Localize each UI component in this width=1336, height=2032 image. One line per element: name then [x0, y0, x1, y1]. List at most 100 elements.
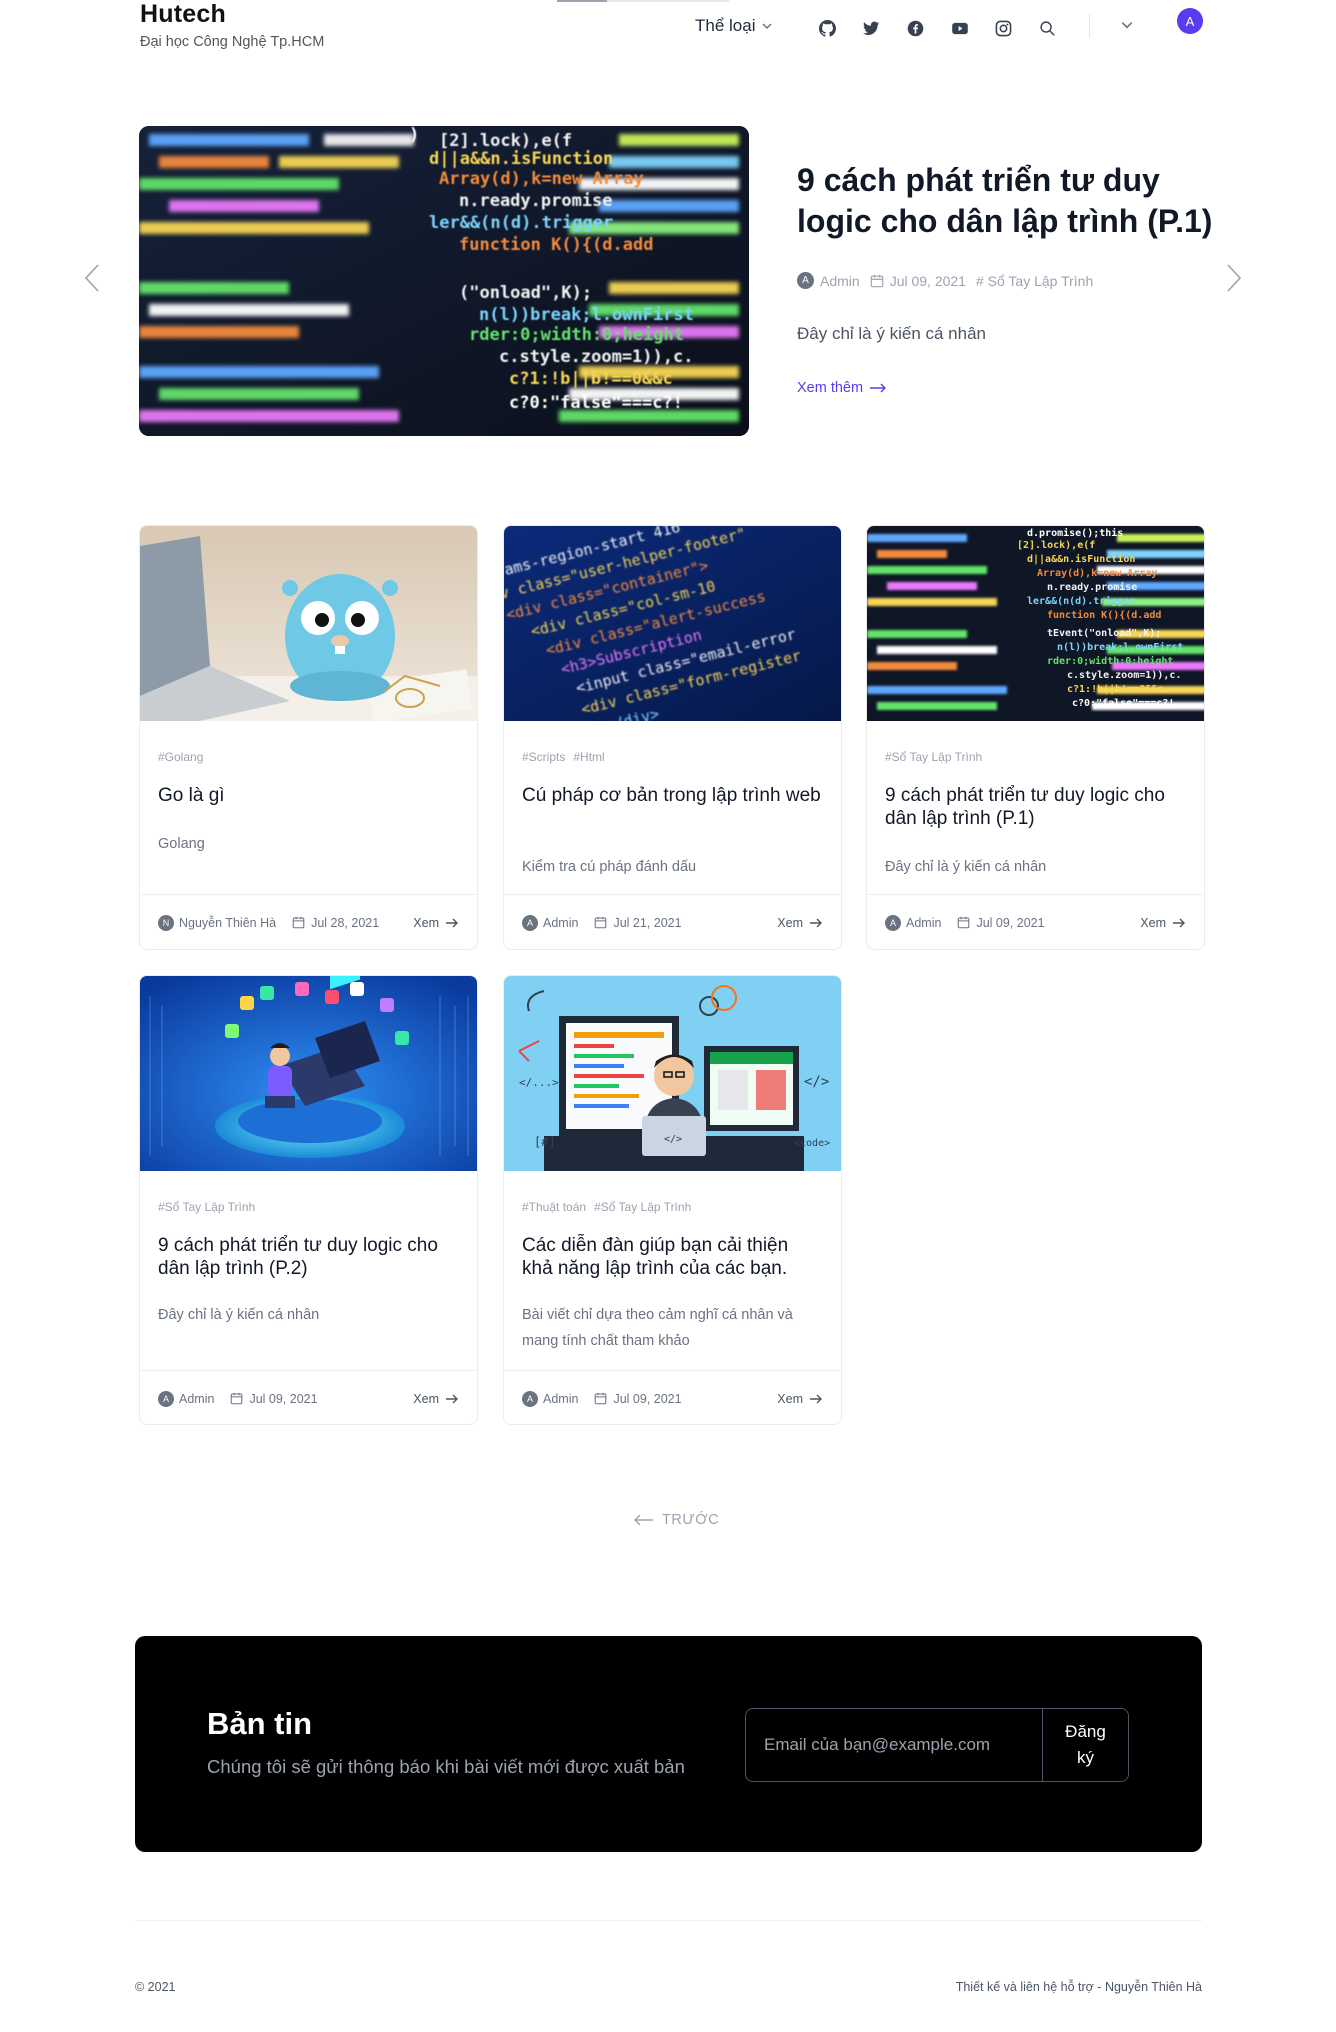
hero-title[interactable]: 9 cách phát triển tư duy logic cho dân l… [797, 160, 1227, 242]
svg-text:n(l))break;l.ownFirst: n(l))break;l.ownFirst [1057, 641, 1183, 653]
email-input[interactable] [746, 1709, 1042, 1781]
arrow-right-icon [446, 1394, 458, 1403]
card-tag[interactable]: #Sổ Tay Lập Trình [158, 1200, 255, 1214]
calendar-icon [870, 274, 883, 287]
card-footer: A Admin Jul 21, 2021 Xem [504, 894, 841, 949]
card-author-name: Admin [543, 915, 579, 930]
card-title[interactable]: Các diễn đàn giúp bạn cải thiện khả năng… [522, 1234, 822, 1280]
hero-read-more-link[interactable]: Xem thêm [797, 380, 887, 396]
footer-credit[interactable]: Thiết kế và liên hệ hỗ trợ - Nguyễn Thiê… [956, 1980, 1202, 1994]
hero-author[interactable]: A Admin [797, 272, 860, 289]
brand-title[interactable]: Hutech [140, 0, 226, 29]
card-title[interactable]: Cú pháp cơ bản trong lập trình web [522, 784, 822, 807]
golang-gopher-laptop-image [140, 526, 477, 721]
svg-text:rder:0;width:0;height: rder:0;width:0;height [1047, 655, 1173, 667]
theme-toggle-dropdown[interactable] [1120, 18, 1134, 37]
card-title[interactable]: 9 cách phát triển tư duy logic cho dân l… [885, 784, 1185, 830]
hero-date: Jul 09, 2021 [870, 273, 966, 289]
instagram-icon[interactable] [995, 15, 1039, 41]
card-image[interactable] [140, 976, 477, 1171]
card-read-label: Xem [777, 915, 803, 930]
card-read-link[interactable]: Xem [413, 1392, 459, 1406]
card-description: Đây chỉ là ý kiến cá nhân [885, 859, 1047, 875]
card-date-text: Jul 21, 2021 [613, 915, 682, 930]
code-screen-image: ) [2].lock),e(f d||a&&n.isFunction Array… [139, 126, 749, 436]
chevron-left-icon [84, 264, 99, 292]
card-tag[interactable]: #Scripts [522, 750, 565, 764]
card-read-link[interactable]: Xem [413, 916, 459, 930]
card-read-link[interactable]: Xem [777, 916, 823, 930]
card-tag[interactable]: #Golang [158, 750, 203, 764]
card-date: Jul 09, 2021 [957, 915, 1045, 930]
carousel-next-arrow[interactable] [1226, 263, 1242, 298]
github-icon[interactable] [819, 15, 863, 41]
calendar-icon [958, 916, 970, 929]
post-card[interactable]: #Golang Go là gì Golang N Nguyễn Thiên H… [139, 525, 478, 950]
svg-text:function K(){(d.add: function K(){(d.add [459, 235, 653, 255]
svg-text:<code>: <code> [794, 1138, 830, 1149]
card-date-text: Jul 09, 2021 [613, 1391, 682, 1406]
loading-bar [557, 0, 729, 2]
card-image[interactable]: d.promise();this [2].lock),e(f d||a&&n.i… [867, 526, 1204, 721]
svg-text:c.style.zoom=1)),c.: c.style.zoom=1)),c. [499, 347, 693, 367]
card-read-label: Xem [413, 915, 439, 930]
html-code-screen-image: -ams-region-start 416 iv class="user-hel… [504, 526, 841, 721]
card-author[interactable]: A Admin [885, 914, 941, 931]
card-read-link[interactable]: Xem [1140, 916, 1186, 930]
post-card[interactable]: d.promise();this [2].lock),e(f d||a&&n.i… [866, 525, 1205, 950]
chevron-down-icon [762, 23, 773, 30]
carousel-prev-arrow[interactable] [84, 263, 100, 298]
search-icon[interactable] [1039, 15, 1083, 41]
arrow-right-icon [810, 1394, 822, 1403]
card-date-text: Jul 09, 2021 [976, 915, 1045, 930]
svg-text:): ) [409, 126, 419, 145]
post-card[interactable]: -ams-region-start 416 iv class="user-hel… [503, 525, 842, 950]
post-card[interactable]: </> </...> </> <code> [#] #Thuật toán #S… [503, 975, 842, 1425]
svg-text:[2].lock),e(f: [2].lock),e(f [1017, 540, 1095, 551]
card-date-text: Jul 28, 2021 [311, 915, 380, 930]
card-author[interactable]: A Admin [522, 1390, 578, 1407]
hero-image[interactable]: ) [2].lock),e(f d||a&&n.isFunction Array… [139, 126, 749, 436]
user-avatar[interactable]: A [1177, 8, 1203, 34]
card-tag[interactable]: #Thuật toán [522, 1200, 586, 1214]
svg-text:n(l))break;l.ownFirst: n(l))break;l.ownFirst [479, 305, 694, 325]
card-read-link[interactable]: Xem [777, 1392, 823, 1406]
hero-read-more-label: Xem thêm [797, 380, 864, 396]
newsletter-form: Đăng ký [745, 1708, 1129, 1782]
card-image[interactable] [140, 526, 477, 721]
category-dropdown[interactable]: Thể loại [695, 16, 773, 36]
svg-text:c?1:!b||b!==0&&c: c?1:!b||b!==0&&c [509, 369, 673, 389]
svg-text:c?0:"false"===c?!: c?0:"false"===c?! [509, 393, 683, 413]
author-avatar: A [522, 914, 538, 931]
card-date: Jul 09, 2021 [594, 1391, 682, 1406]
card-author[interactable]: A Admin [522, 914, 579, 931]
card-author[interactable]: N Nguyễn Thiên Hà [158, 914, 276, 931]
youtube-icon[interactable] [951, 15, 995, 41]
card-title[interactable]: 9 cách phát triển tư duy logic cho dân l… [158, 1234, 458, 1280]
card-image[interactable]: </> </...> </> <code> [#] [504, 976, 841, 1171]
facebook-icon[interactable] [907, 15, 951, 41]
arrow-right-icon [810, 918, 822, 927]
card-author-name: Admin [179, 1391, 215, 1406]
twitter-icon[interactable] [863, 15, 907, 41]
svg-text:</...>: </...> [519, 1076, 559, 1089]
hero-tag[interactable]: # Sổ Tay Lập Trình [976, 273, 1093, 289]
newsletter-title: Bản tin [207, 1706, 313, 1741]
card-author[interactable]: A Admin [158, 1390, 215, 1407]
pagination-prev-button[interactable]: TRƯỚC [634, 1512, 719, 1528]
newsletter-section: Bản tin Chúng tôi sẽ gửi thông báo khi b… [135, 1636, 1202, 1852]
card-tag[interactable]: #Html [573, 750, 604, 764]
hero-author-name: Admin [820, 272, 860, 289]
card-title[interactable]: Go là gì [158, 784, 458, 807]
card-tag[interactable]: #Sổ Tay Lập Trình [594, 1200, 691, 1214]
svg-text:ler&&(n(d).trigger: ler&&(n(d).trigger [429, 213, 613, 233]
svg-text:rder:0;width:0;height: rder:0;width:0;height [469, 325, 684, 345]
card-image[interactable]: -ams-region-start 416 iv class="user-hel… [504, 526, 841, 721]
svg-text:ler&&(n(d).trigger: ler&&(n(d).trigger [1027, 595, 1135, 607]
card-tag[interactable]: #Sổ Tay Lập Trình [885, 750, 982, 764]
post-card[interactable]: #Sổ Tay Lập Trình 9 cách phát triển tư d… [139, 975, 478, 1425]
arrow-right-icon [870, 383, 887, 393]
subscribe-button[interactable]: Đăng ký [1042, 1709, 1128, 1781]
hero-meta: A Admin Jul 09, 2021 # Sổ Tay Lập Trình [797, 272, 1093, 289]
svg-text:function K(){(d.add: function K(){(d.add [1047, 609, 1161, 621]
